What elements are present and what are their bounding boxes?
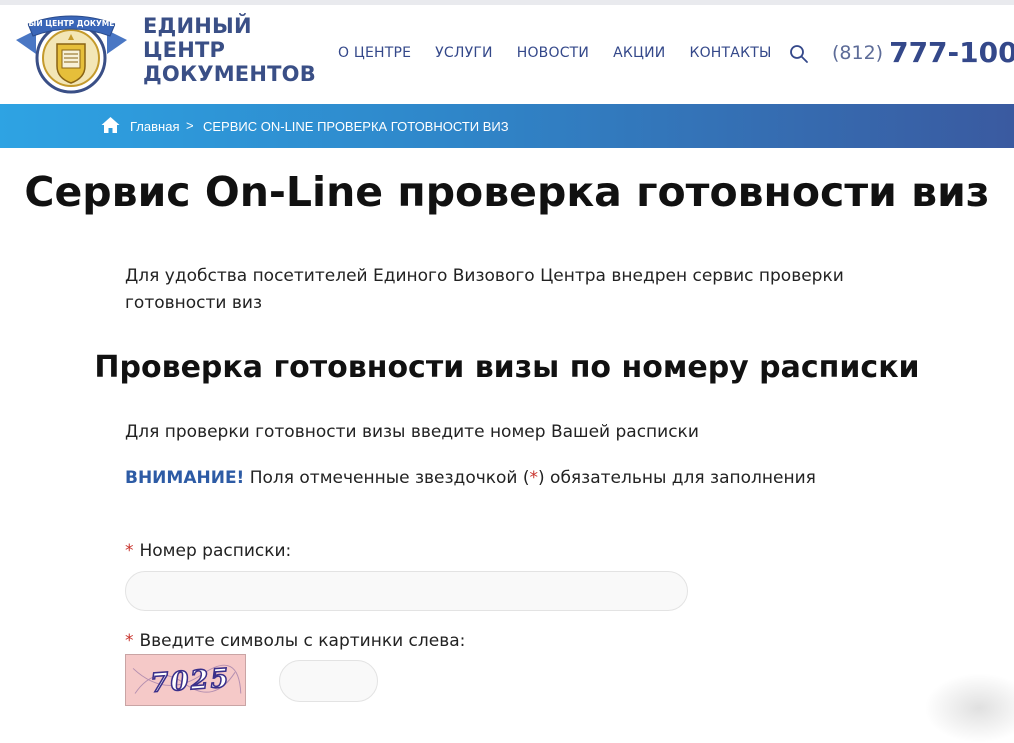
receipt-number-input[interactable] — [125, 571, 688, 611]
logo-ribbon-text: ЕДИНЫЙ ЦЕНТР ДОКУМЕНТОВ — [14, 19, 129, 28]
section-title: Проверка готовности визы по номеру распи… — [94, 350, 920, 385]
phone[interactable]: (812)777-1000 — [832, 36, 1014, 69]
breadcrumb: Главная > СЕРВИС ON-LINE ПРОВЕРКА ГОТОВН… — [0, 104, 1014, 148]
captcha-image-text: 7025 — [150, 663, 232, 699]
phone-number: 777-1000 — [889, 36, 1014, 69]
captcha-label-text: Введите символы с картинки слева: — [139, 631, 466, 651]
captcha-image: 7025 — [125, 654, 246, 706]
brand-line-3: ДОКУМЕНТОВ — [143, 62, 316, 86]
brand-name[interactable]: ЕДИНЫЙ ЦЕНТР ДОКУМЕНТОВ — [143, 14, 316, 86]
attention-label: ВНИМАНИЕ! — [125, 468, 245, 488]
corner-shadow — [924, 673, 1014, 743]
brand-line-1: ЕДИНЫЙ — [143, 14, 252, 38]
attention-note: ВНИМАНИЕ! Поля отмеченные звездочкой (*)… — [125, 468, 816, 488]
attention-text-after: ) обязательны для заполнения — [538, 468, 816, 488]
nav-item-news[interactable]: НОВОСТИ — [517, 45, 589, 61]
required-mark: * — [125, 631, 134, 651]
nav-item-promotions[interactable]: АКЦИИ — [613, 45, 665, 61]
breadcrumb-current: СЕРВИС ON-LINE ПРОВЕРКА ГОТОВНОСТИ ВИЗ — [203, 119, 509, 134]
breadcrumb-separator: > — [186, 118, 194, 133]
main-nav: О ЦЕНТРЕ УСЛУГИ НОВОСТИ АКЦИИ КОНТАКТЫ — [338, 45, 796, 61]
nav-item-services[interactable]: УСЛУГИ — [435, 45, 493, 61]
captcha-input[interactable] — [279, 660, 378, 702]
required-star: * — [529, 468, 539, 488]
nav-item-about[interactable]: О ЦЕНТРЕ — [338, 45, 411, 61]
home-icon[interactable] — [101, 116, 120, 134]
search-icon[interactable] — [789, 44, 809, 64]
instruction-text: Для проверки готовности визы введите ном… — [125, 422, 699, 442]
breadcrumb-home-link[interactable]: Главная — [130, 119, 179, 134]
required-mark: * — [125, 541, 134, 561]
logo[interactable]: ЕДИНЫЙ ЦЕНТР ДОКУМЕНТОВ — [14, 10, 129, 96]
nav-item-contacts[interactable]: КОНТАКТЫ — [689, 45, 771, 61]
intro-text: Для удобства посетителей Единого Визовог… — [125, 266, 844, 313]
phone-code: (812) — [832, 42, 884, 64]
brand-line-2: ЦЕНТР — [143, 38, 226, 62]
receipt-label-text: Номер расписки: — [139, 541, 292, 561]
top-border — [0, 0, 1014, 5]
attention-text-before: Поля отмеченные звездочкой ( — [244, 468, 530, 488]
receipt-label: * Номер расписки: — [125, 541, 291, 561]
page-title: Сервис On-Line проверка готовности виз — [24, 168, 990, 216]
captcha-label: * Введите символы с картинки слева: — [125, 631, 465, 651]
